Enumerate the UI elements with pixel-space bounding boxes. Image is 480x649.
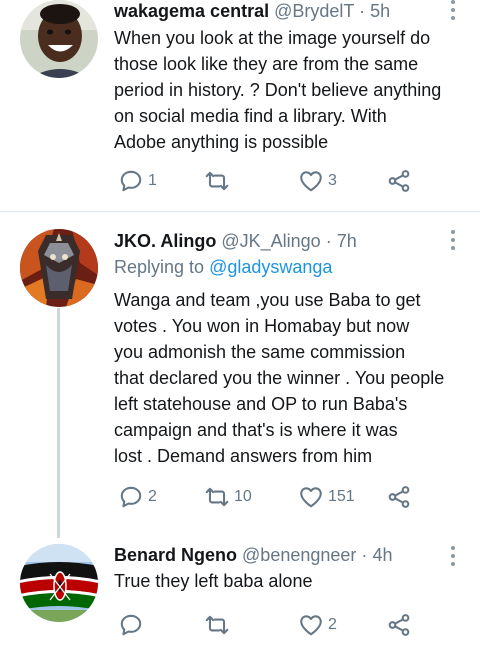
tweet-text-line: left statehouse and OP to run Baba's [114,394,408,414]
display-name[interactable]: JKO. Alingo [114,231,216,251]
tweet-text: When you look at the image yourself do t… [114,25,466,155]
replying-to: Replying to @gladyswanga [114,255,466,279]
share-button[interactable] [386,611,412,639]
reply-count: 1 [148,172,157,189]
retweet-button[interactable]: 10 [204,483,252,511]
tweet-text-line: that declared you the winner . You peopl… [114,368,445,388]
tweet[interactable]: Benard Ngeno @benengneer · 4h True they … [0,542,480,649]
timestamp[interactable]: 7h [337,231,357,251]
tweet-actions: 1 3 [114,167,434,195]
share-button[interactable] [386,167,412,195]
avatar[interactable] [20,0,98,78]
retweet-button[interactable] [204,167,234,195]
user-handle[interactable]: @JK_Alingo [221,231,320,251]
tweet-text-line: Adobe anything is possible [114,132,329,152]
like-button[interactable]: 2 [298,611,337,639]
like-count: 2 [328,616,337,633]
heart-icon [300,615,322,636]
reply-icon [120,170,142,192]
display-name[interactable]: wakagema central [114,1,269,21]
reply-button[interactable] [118,611,148,639]
reply-icon [120,614,142,636]
tweet-text-line: When you look at the image yourself do [114,28,431,48]
mention-link[interactable]: @gladyswanga [209,257,332,277]
tweet-text-line: those look like they are from the same [114,54,419,74]
reply-button[interactable]: 2 [118,483,157,511]
user-handle[interactable]: @benengneer [242,545,356,565]
share-icon [388,614,410,636]
tweet-text: True they left baba alone [114,568,466,594]
like-button[interactable]: 3 [298,167,337,195]
tweet-text-line: True they left baba alone [114,571,313,591]
heart-icon [300,487,322,508]
tweet-text-line: lost . Demand answers from him [114,446,373,466]
timestamp[interactable]: 4h [372,545,392,565]
share-icon [388,170,410,192]
tweet-text-line: votes . You won in Homabay but now [114,316,410,336]
tweet-header: Benard Ngeno @benengneer · 4h [114,544,466,566]
tweet-text-line: period in history. ? Don't believe anyth… [114,80,442,100]
tweet-text: Wanga and team ,you use Baba to get vote… [114,287,466,469]
user-handle[interactable]: @BrydelT [274,1,354,21]
separator: · [361,545,368,565]
reply-icon [120,486,142,508]
tweet-actions: 2 [114,611,434,639]
timestamp[interactable]: 5h [370,1,390,21]
replying-to-label: Replying to [114,257,210,277]
tweet-actions: 2 10 151 [114,483,434,511]
tweet-text-line: you admonish the same commission [114,342,406,362]
like-button[interactable]: 151 [298,483,355,511]
display-name[interactable]: Benard Ngeno [114,545,237,565]
tweet-text-line: on social media find a library. With [114,106,387,126]
retweet-icon [205,615,229,635]
tweet-header: wakagema central @BrydelT · 5h [114,0,466,22]
retweet-icon [205,487,229,507]
reply-count: 2 [148,488,157,505]
retweet-icon [205,171,229,191]
avatar[interactable] [20,229,98,307]
tweet[interactable]: wakagema central @BrydelT · 5h When you … [0,0,480,210]
tweet-text-line: campaign and that's is where it was [114,420,398,440]
share-icon [388,486,410,508]
tweet-divider [0,211,480,212]
reply-button[interactable]: 1 [118,167,157,195]
retweet-button[interactable] [204,611,234,639]
tweet[interactable]: JKO. Alingo @JK_Alingo · 7h Replying to … [0,226,480,536]
tweet-text-line: Wanga and team ,you use Baba to get [114,290,421,310]
avatar[interactable] [20,544,98,622]
like-count: 151 [328,488,355,505]
heart-icon [300,171,322,192]
separator: · [325,231,332,251]
tweet-header: JKO. Alingo @JK_Alingo · 7h [114,230,466,252]
like-count: 3 [328,172,337,189]
share-button[interactable] [386,483,412,511]
retweet-count: 10 [234,488,252,505]
separator: · [359,1,366,21]
